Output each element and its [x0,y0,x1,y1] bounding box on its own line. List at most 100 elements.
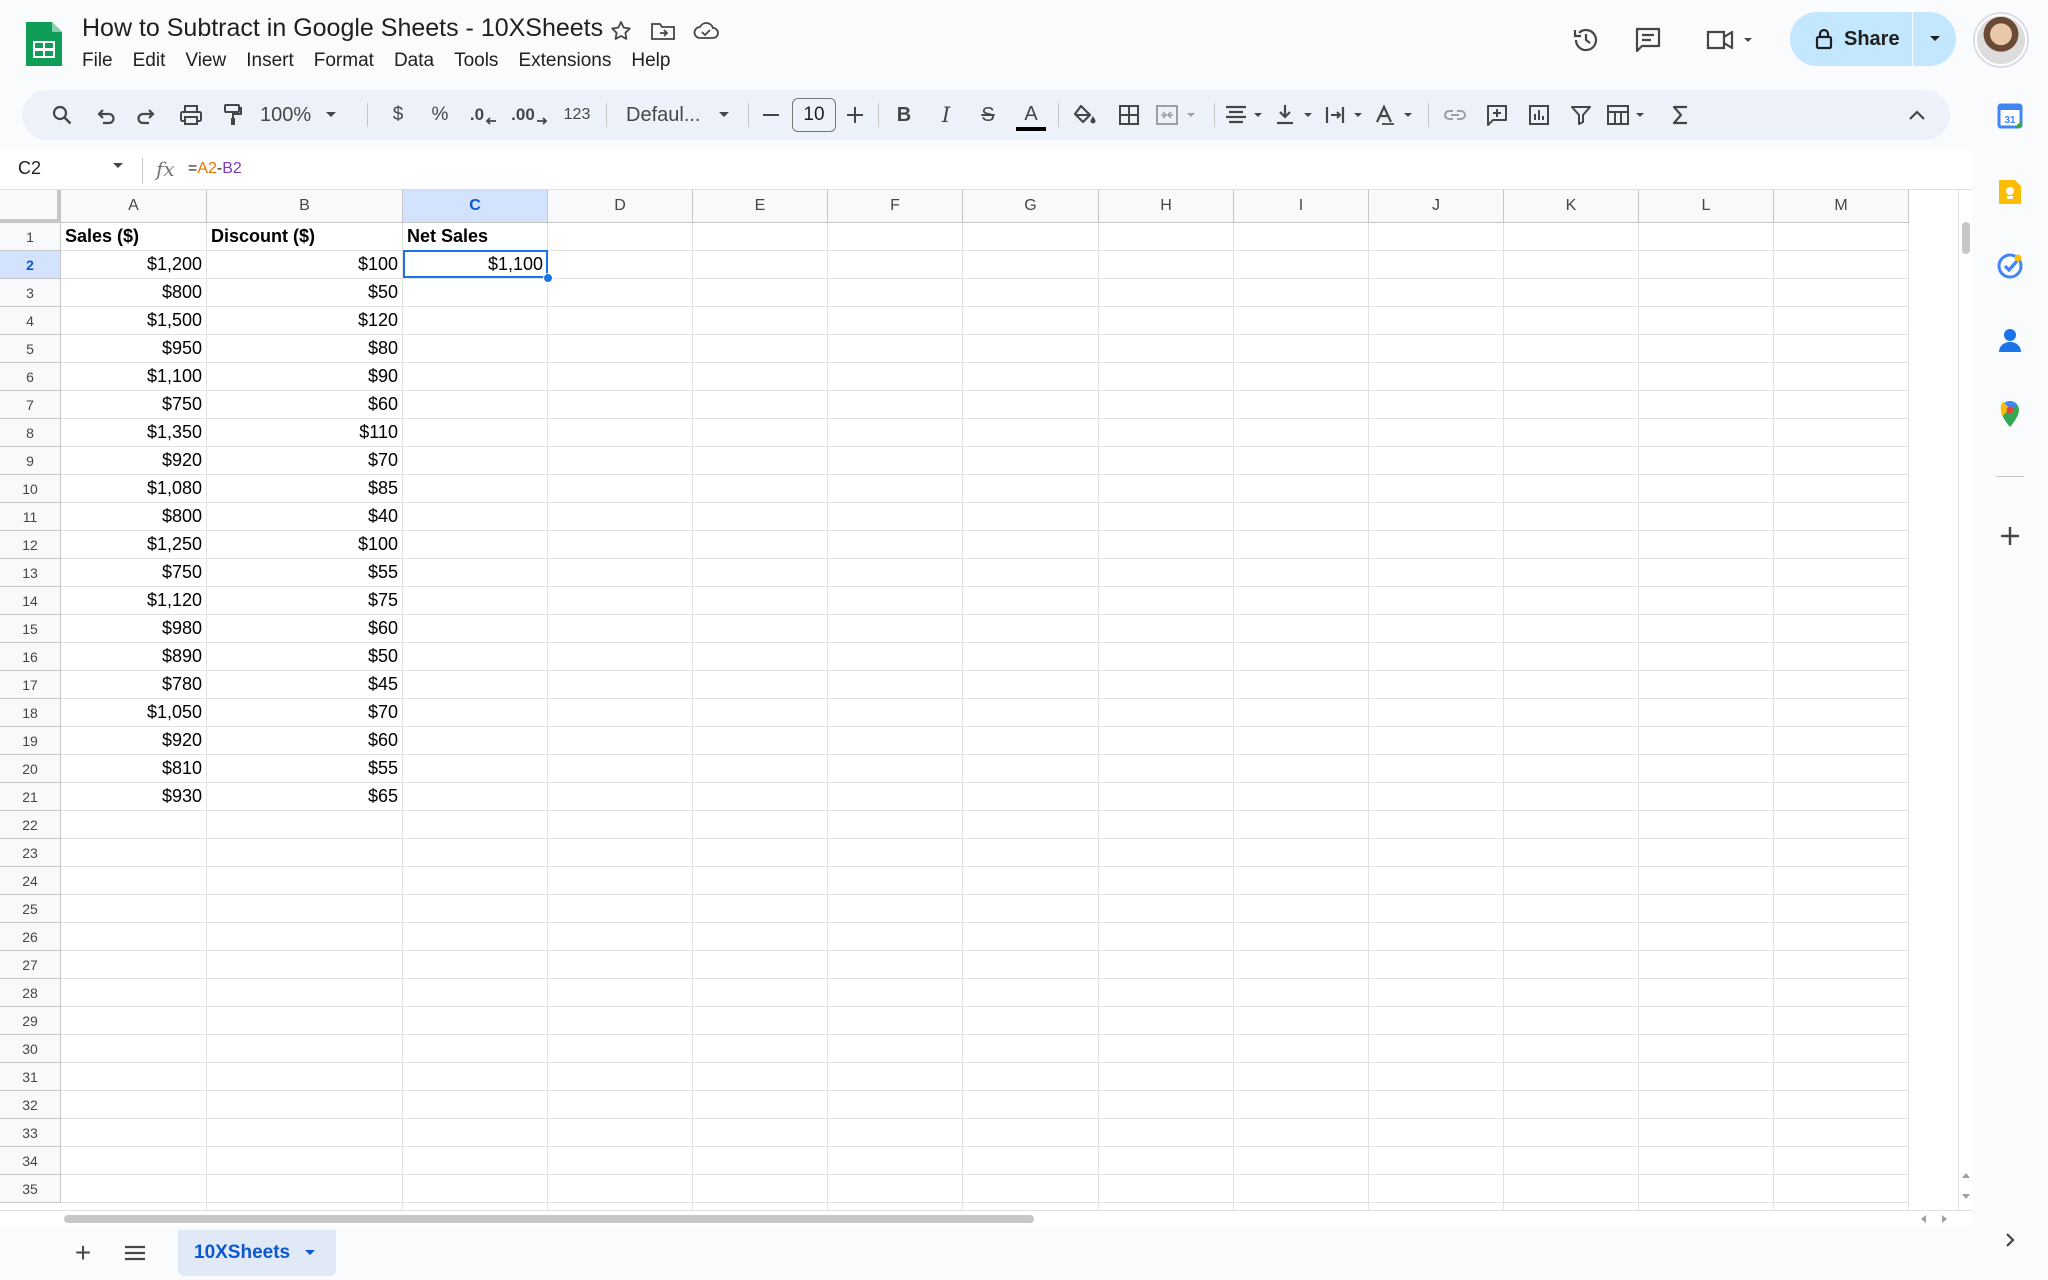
cell-f11[interactable] [828,503,963,531]
cell-a22[interactable] [61,811,207,839]
column-header-l[interactable]: L [1639,190,1774,223]
cell-g31[interactable] [963,1063,1099,1091]
cell-j11[interactable] [1369,503,1504,531]
spreadsheet-grid[interactable]: ABCDEFGHIJKLM 1 2 3 4 5 6 7 8 9 10 11 12 13 14 15 16 17 1… [0,190,1958,1210]
cell-h5[interactable] [1099,335,1234,363]
cell-c9[interactable] [403,447,548,475]
cell-a14[interactable]: $1,120 [61,587,207,615]
cell-c5[interactable] [403,335,548,363]
italic-button[interactable]: I [928,90,964,140]
cell-l24[interactable] [1639,867,1774,895]
cell-e21[interactable] [693,783,828,811]
menu-tools[interactable]: Tools [444,48,508,74]
menu-extensions[interactable]: Extensions [508,48,621,74]
cell-b3[interactable]: $50 [207,279,403,307]
scroll-down-icon[interactable] [1962,1194,1970,1200]
cell-f30[interactable] [828,1035,963,1063]
cell-k30[interactable] [1504,1035,1639,1063]
cell-b21[interactable]: $65 [207,783,403,811]
cell-c17[interactable] [403,671,548,699]
cell-f35[interactable] [828,1175,963,1203]
cell-g26[interactable] [963,923,1099,951]
column-header-e[interactable]: E [693,190,828,223]
menu-file[interactable]: File [82,48,123,74]
cell-f21[interactable] [828,783,963,811]
cell-l13[interactable] [1639,559,1774,587]
cell-b11[interactable]: $40 [207,503,403,531]
column-header-k[interactable]: K [1504,190,1639,223]
cell-g21[interactable] [963,783,1099,811]
cell-k14[interactable] [1504,587,1639,615]
cell-i25[interactable] [1234,895,1369,923]
cell-d31[interactable] [548,1063,693,1091]
cell-d34[interactable] [548,1147,693,1175]
cell-k20[interactable] [1504,755,1639,783]
cell-i23[interactable] [1234,839,1369,867]
cell-i31[interactable] [1234,1063,1369,1091]
cell-h36[interactable] [1099,1203,1234,1210]
cell-m4[interactable] [1774,307,1909,335]
cell-b32[interactable] [207,1091,403,1119]
cell-j31[interactable] [1369,1063,1504,1091]
cell-d29[interactable] [548,1007,693,1035]
cell-g11[interactable] [963,503,1099,531]
cell-f26[interactable] [828,923,963,951]
cell-j12[interactable] [1369,531,1504,559]
cell-g35[interactable] [963,1175,1099,1203]
cell-i1[interactable] [1234,223,1369,251]
avatar[interactable] [1975,14,2027,66]
row-header[interactable]: 27 [0,951,61,979]
cell-k25[interactable] [1504,895,1639,923]
cell-e8[interactable] [693,419,828,447]
bold-button[interactable]: B [886,90,922,140]
cell-h4[interactable] [1099,307,1234,335]
all-sheets-icon[interactable] [120,1238,150,1268]
cell-h30[interactable] [1099,1035,1234,1063]
vertical-scrollbar[interactable] [1958,190,1972,1210]
cell-k19[interactable] [1504,727,1639,755]
row-header[interactable]: 16 [0,643,61,671]
cell-i20[interactable] [1234,755,1369,783]
cell-j18[interactable] [1369,699,1504,727]
cell-c35[interactable] [403,1175,548,1203]
cell-j7[interactable] [1369,391,1504,419]
cell-i28[interactable] [1234,979,1369,1007]
cell-h13[interactable] [1099,559,1234,587]
name-box[interactable]: C2 [18,158,41,179]
merge-cells-icon[interactable] [1152,90,1208,140]
cell-f13[interactable] [828,559,963,587]
cell-d2[interactable] [548,251,693,279]
cell-k36[interactable] [1504,1203,1639,1210]
cell-a19[interactable]: $920 [61,727,207,755]
cell-l14[interactable] [1639,587,1774,615]
cell-k26[interactable] [1504,923,1639,951]
cell-j22[interactable] [1369,811,1504,839]
cell-e22[interactable] [693,811,828,839]
move-folder-icon[interactable] [648,16,678,46]
row-header[interactable]: 19 [0,727,61,755]
cell-h3[interactable] [1099,279,1234,307]
cell-b26[interactable] [207,923,403,951]
cell-j20[interactable] [1369,755,1504,783]
decrease-font-size-icon[interactable] [756,90,786,140]
cell-k23[interactable] [1504,839,1639,867]
cell-h15[interactable] [1099,615,1234,643]
cell-b35[interactable] [207,1175,403,1203]
cell-d3[interactable] [548,279,693,307]
cell-g5[interactable] [963,335,1099,363]
cell-e24[interactable] [693,867,828,895]
cell-e32[interactable] [693,1091,828,1119]
cell-d22[interactable] [548,811,693,839]
cell-g2[interactable] [963,251,1099,279]
cell-j21[interactable] [1369,783,1504,811]
cell-d25[interactable] [548,895,693,923]
text-wrapping-icon[interactable] [1322,90,1370,140]
cell-b19[interactable]: $60 [207,727,403,755]
cell-g1[interactable] [963,223,1099,251]
cell-f20[interactable] [828,755,963,783]
row-header[interactable]: 1 [0,223,61,251]
cell-l25[interactable] [1639,895,1774,923]
row-header[interactable]: 18 [0,699,61,727]
column-header-c[interactable]: C [403,190,548,223]
cell-d28[interactable] [548,979,693,1007]
